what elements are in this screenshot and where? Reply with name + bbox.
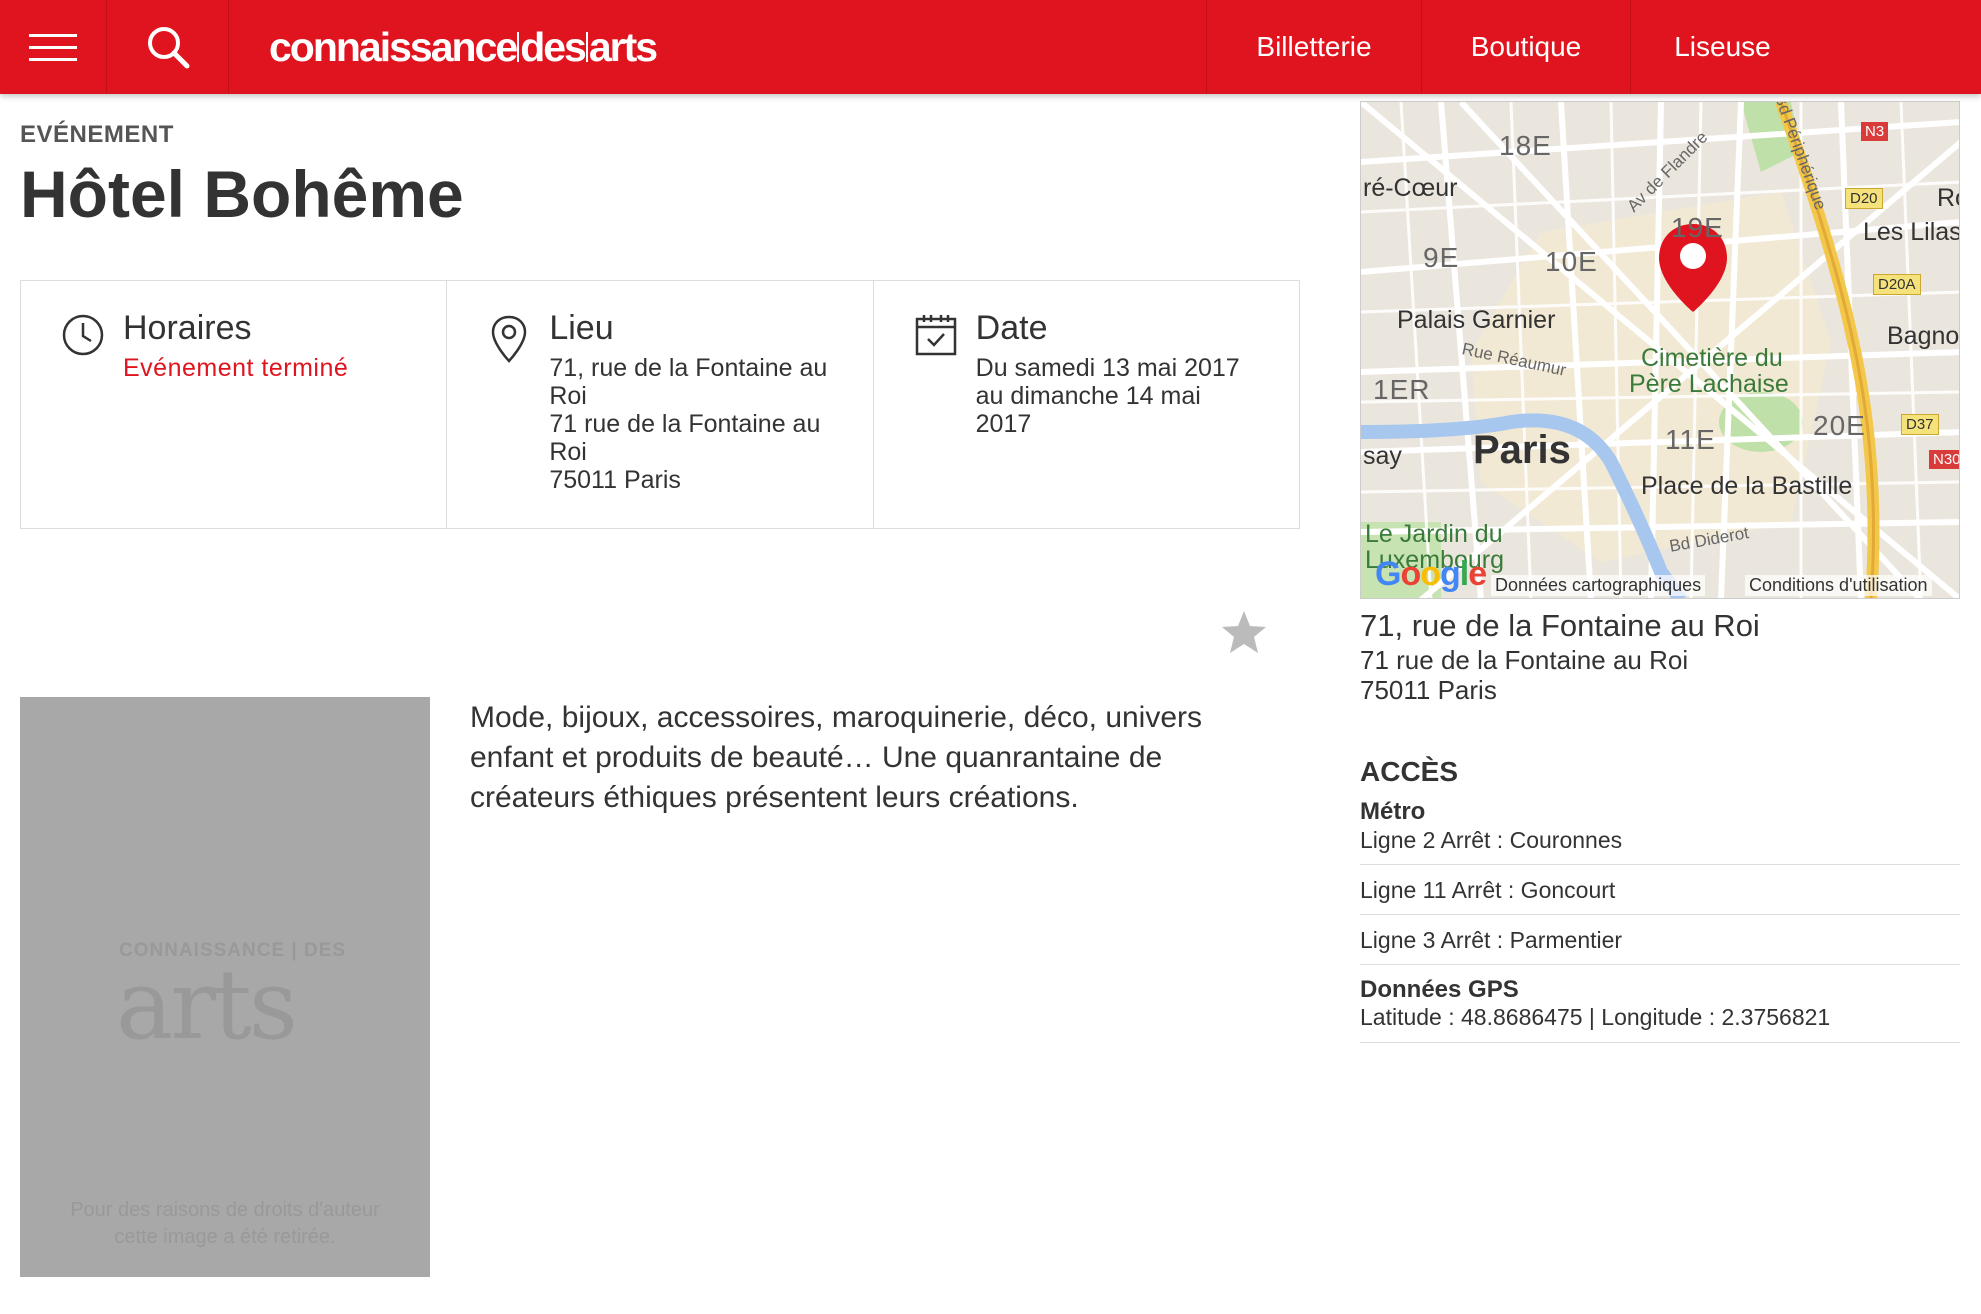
hamburger-icon xyxy=(29,25,77,70)
venue-heading: Lieu xyxy=(549,309,614,347)
map-road-n3: N3 xyxy=(1861,122,1889,141)
event-description: Mode, bijoux, accessoires, maroquinerie,… xyxy=(470,701,1203,814)
metro-line: Ligne 2 Arrêt : Couronnes xyxy=(1360,827,1623,853)
map-pin-icon xyxy=(492,315,527,363)
map-terms-link[interactable]: Conditions d'utilisation xyxy=(1745,575,1932,596)
map-label-bastille: Place de la Bastille xyxy=(1641,472,1853,500)
map-label-18e: 18E xyxy=(1499,130,1552,161)
site-logo[interactable]: connaissance des arts xyxy=(229,0,1207,94)
gps-label: Données GPS xyxy=(1360,976,1519,1003)
venue-line: Roi xyxy=(549,438,587,466)
map-road-d37: D37 xyxy=(1901,414,1939,435)
placeholder-logo-arts: arts xyxy=(116,949,298,1061)
location-map[interactable]: 18E ré-Cœur 19E 9E 10E Palais Garnier Ru… xyxy=(1360,101,1960,599)
map-road-n30: N30 xyxy=(1929,450,1959,469)
map-data-credit[interactable]: Données cartographiques xyxy=(1491,575,1706,596)
metro-label: Métro xyxy=(1360,798,1426,825)
map-label-1er: 1ER xyxy=(1373,374,1431,405)
divider xyxy=(1360,964,1960,965)
divider xyxy=(1360,864,1960,865)
venue-line: 75011 Paris xyxy=(549,466,681,494)
favorite-star-icon[interactable] xyxy=(1220,608,1268,656)
divider xyxy=(1360,914,1960,915)
map-label-paris: Paris xyxy=(1473,428,1571,472)
event-category: EVÉNEMENT xyxy=(20,121,174,148)
logo-part-arts: arts xyxy=(588,23,658,70)
address-line: 75011 Paris xyxy=(1360,675,1497,705)
divider xyxy=(1360,1042,1960,1043)
page-title: Hôtel Bohême xyxy=(20,157,464,231)
menu-button[interactable] xyxy=(0,0,107,94)
google-logo: Google xyxy=(1375,555,1487,593)
map-label-sacre-coeur: ré-Cœur xyxy=(1363,174,1458,202)
event-info-panel: Horaires Evénement terminé Lieu 71, rue … xyxy=(20,280,1300,529)
map-label-cimetiere-2: Père Lachaise xyxy=(1629,370,1789,398)
map-label-jardin-1: Le Jardin du xyxy=(1365,520,1503,548)
date-box: Date Du samedi 13 mai 2017 au dimanche 1… xyxy=(874,281,1299,528)
map-label-les-lilas: Les Lilas xyxy=(1863,218,1960,246)
date-line: 2017 xyxy=(975,410,1032,438)
map-label-20e: 20E xyxy=(1813,410,1866,441)
logo-part-connaissance: connaissance xyxy=(269,23,518,70)
venue-line: 71 rue de la Fontaine au xyxy=(549,410,821,438)
map-label-palais-garnier: Palais Garnier xyxy=(1397,306,1556,334)
site-header: connaissance des arts Billetterie Boutique… xyxy=(0,0,1981,94)
map-label-bagnolet: Bagno xyxy=(1887,322,1960,350)
nav-boutique[interactable]: Boutique xyxy=(1422,0,1631,94)
address-title: 71, rue de la Fontaine au Roi xyxy=(1360,608,1760,643)
map-label-cimetiere-1: Cimetière du xyxy=(1641,344,1783,372)
copyright-note-line: Pour des raisons de droits d'auteur xyxy=(70,1199,380,1221)
event-image-placeholder: CONNAISSANCE | DES arts Pour des raisons… xyxy=(20,697,430,1277)
clock-icon xyxy=(62,314,104,356)
hours-heading: Horaires xyxy=(123,309,252,347)
date-line: Du samedi 13 mai 2017 xyxy=(975,354,1240,382)
calendar-icon xyxy=(915,315,956,356)
map-label-11e: 11E xyxy=(1665,424,1716,455)
metro-line: Ligne 11 Arrêt : Goncourt xyxy=(1360,877,1616,903)
venue-line: 71, rue de la Fontaine au xyxy=(549,354,828,382)
search-icon xyxy=(147,27,189,69)
event-status: Evénement terminé xyxy=(123,354,349,382)
map-label-say: say xyxy=(1363,442,1402,470)
map-road-d20a: D20A xyxy=(1873,274,1921,295)
map-label-19e: 19E xyxy=(1671,212,1724,243)
date-heading: Date xyxy=(975,309,1048,347)
venue-line: Roi xyxy=(549,382,587,410)
map-label-romainville: Ro xyxy=(1937,184,1959,212)
search-button[interactable] xyxy=(107,0,229,94)
map-label-9e: 9E xyxy=(1423,242,1460,273)
gps-value: Latitude : 48.8686475 | Longitude : 2.37… xyxy=(1360,1004,1831,1030)
logo-part-des: des xyxy=(520,23,587,70)
map-label-10e: 10E xyxy=(1545,246,1598,277)
copyright-note: Pour des raisons de droits d'auteur cett… xyxy=(20,1197,430,1251)
venue-box: Lieu 71, rue de la Fontaine au Roi 71 ru… xyxy=(447,281,874,528)
copyright-note-line: cette image a été retirée. xyxy=(114,1226,336,1248)
access-heading: ACCÈS xyxy=(1360,756,1459,787)
nav-billetterie[interactable]: Billetterie xyxy=(1207,0,1422,94)
nav-liseuse[interactable]: Liseuse xyxy=(1631,0,1814,94)
metro-line: Ligne 3 Arrêt : Parmentier xyxy=(1360,927,1623,953)
address-line: 71 rue de la Fontaine au Roi xyxy=(1360,645,1689,675)
date-line: au dimanche 14 mai xyxy=(975,382,1201,410)
hours-box: Horaires Evénement terminé xyxy=(21,281,448,528)
map-road-d20: D20 xyxy=(1845,188,1883,209)
